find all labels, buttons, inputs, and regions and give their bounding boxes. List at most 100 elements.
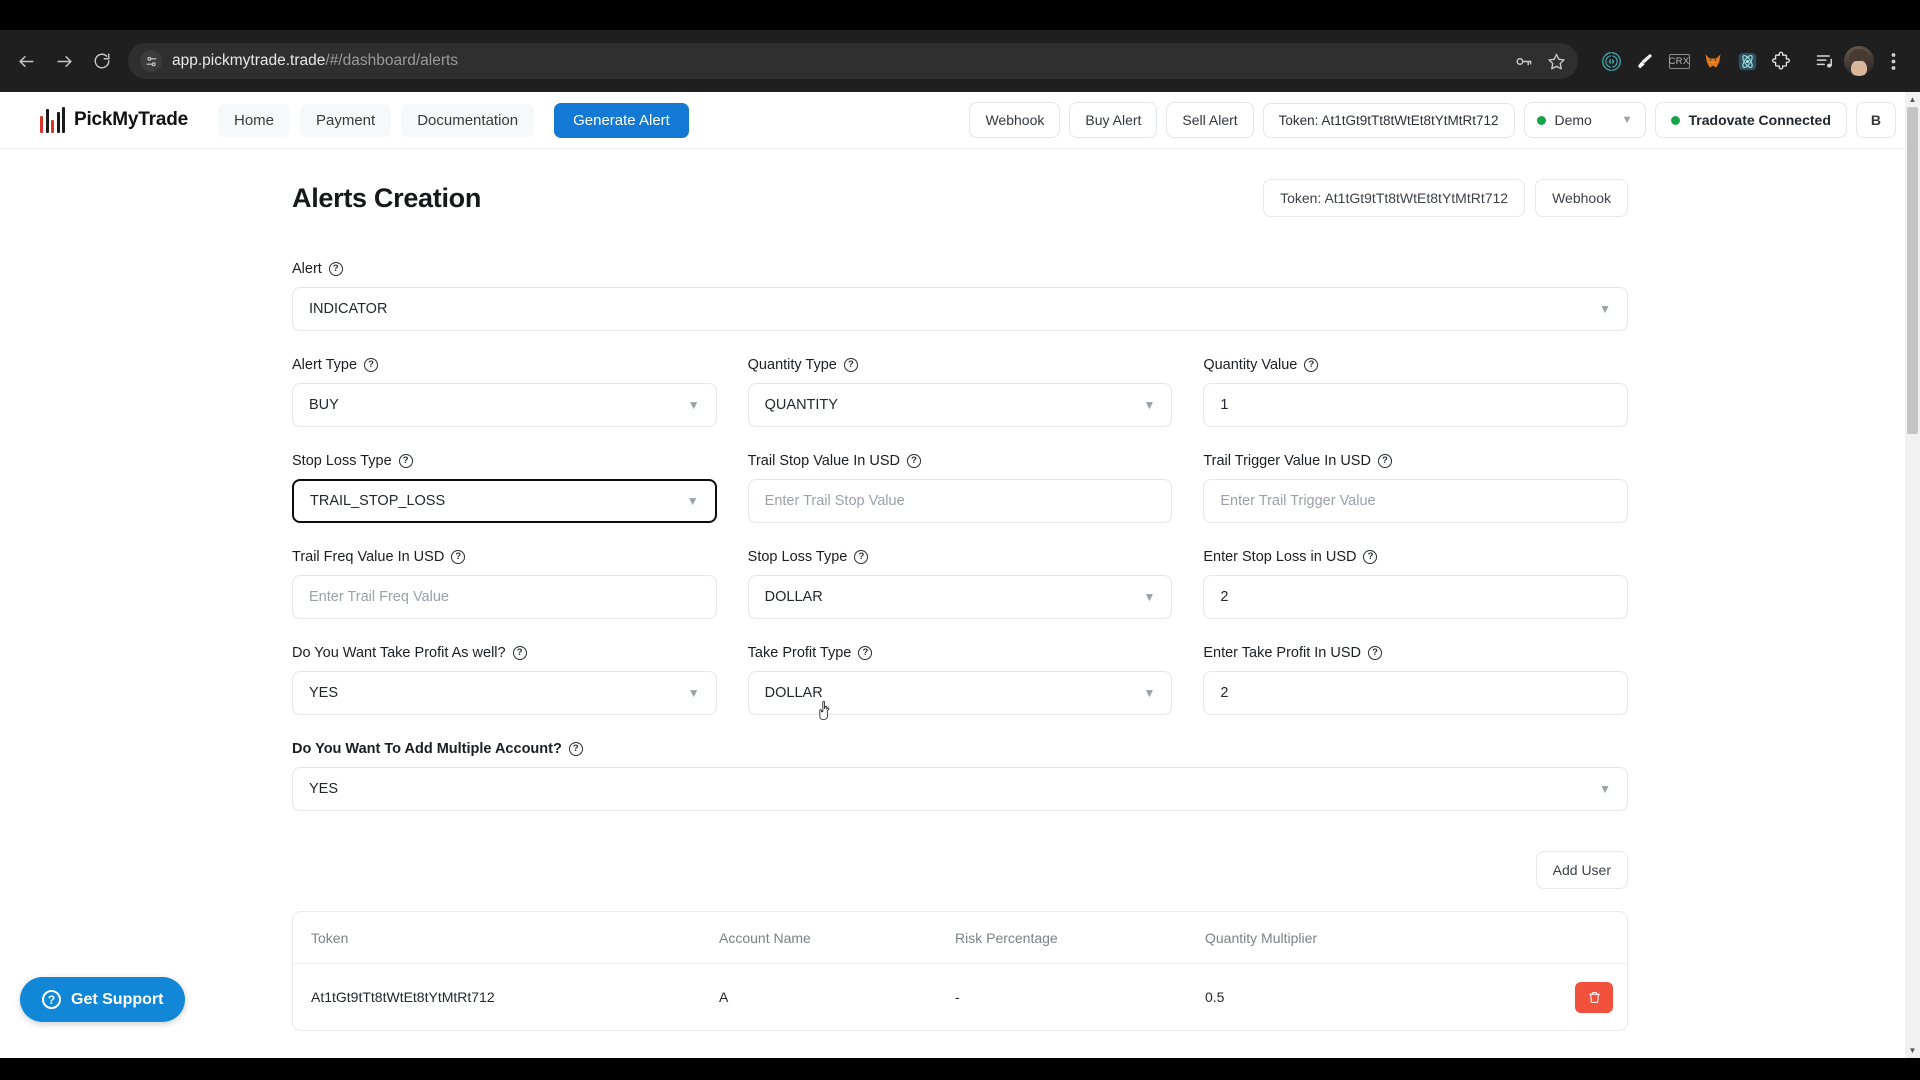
back-arrow-icon[interactable] xyxy=(8,43,44,79)
select-take-profit-as-well[interactable]: YES ▼ xyxy=(292,671,717,715)
help-icon[interactable]: ? xyxy=(451,550,466,564)
form-row-type: Alert Type ? BUY ▼ Quantity Type ? QUANT… xyxy=(292,357,1628,427)
scrollbar-thumb[interactable] xyxy=(1907,107,1918,434)
sell-alert-button[interactable]: Sell Alert xyxy=(1166,102,1254,138)
select-stop-loss-type-2[interactable]: DOLLAR ▼ xyxy=(747,575,1173,619)
atomic-wallet-extension-icon[interactable] xyxy=(1730,44,1764,78)
nav-home[interactable]: Home xyxy=(217,103,290,137)
select-multiple-account[interactable]: YES ▼ xyxy=(292,767,1628,811)
brand-logo[interactable]: PickMyTrade xyxy=(40,107,188,133)
column-header-quantity-multiplier: Quantity Multiplier xyxy=(1205,929,1318,946)
help-icon[interactable]: ? xyxy=(858,646,873,660)
input-trail-trigger-value-placeholder: Enter Trail Trigger Value xyxy=(1220,493,1376,509)
input-take-profit-usd[interactable]: 2 xyxy=(1203,671,1628,715)
select-alert-value: INDICATOR xyxy=(309,301,388,317)
help-icon[interactable]: ? xyxy=(398,454,413,468)
help-icon[interactable]: ? xyxy=(1368,646,1383,660)
label-multiple-account: Do You Want To Add Multiple Account? ? xyxy=(292,741,1628,757)
input-trail-freq-value[interactable]: Enter Trail Freq Value xyxy=(292,575,717,619)
cell-account-name: A xyxy=(719,989,729,1005)
select-alert-type-value: BUY xyxy=(309,397,339,413)
scroll-down-arrow-icon[interactable]: ▼ xyxy=(1905,1043,1920,1058)
field-multiple-account: Do You Want To Add Multiple Account? ? Y… xyxy=(292,741,1628,811)
add-user-button[interactable]: Add User xyxy=(1535,851,1628,889)
label-take-profit-type: Take Profit Type ? xyxy=(748,645,1173,661)
user-initial-button[interactable]: B xyxy=(1855,102,1896,138)
page-scrollbar[interactable]: ▲ ▼ xyxy=(1905,92,1920,1058)
page-webhook-button[interactable]: Webhook xyxy=(1535,179,1628,217)
question-circle-icon: ? xyxy=(42,990,61,1009)
help-icon[interactable]: ? xyxy=(854,550,869,564)
input-trail-trigger-value[interactable]: Enter Trail Trigger Value xyxy=(1203,479,1628,523)
buy-alert-button[interactable]: Buy Alert xyxy=(1069,102,1158,138)
nav-payment[interactable]: Payment xyxy=(300,103,392,137)
crx-extension-icon[interactable]: CRX xyxy=(1662,44,1696,78)
field-alert-type: Alert Type ? BUY ▼ xyxy=(292,357,717,427)
reading-list-icon[interactable] xyxy=(1808,44,1842,78)
help-icon[interactable]: ? xyxy=(1377,454,1392,468)
field-stop-loss-type-2: Stop Loss Type ? DOLLAR ▼ xyxy=(747,549,1173,619)
site-settings-icon[interactable] xyxy=(140,50,162,72)
select-alert-type[interactable]: BUY ▼ xyxy=(292,383,717,427)
crx-label: CRX xyxy=(1668,53,1690,69)
metamask-fox-extension-icon[interactable] xyxy=(1696,44,1730,78)
input-trail-stop-value[interactable]: Enter Trail Stop Value xyxy=(747,479,1173,523)
connection-dot-icon xyxy=(1670,115,1680,125)
label-trail-freq-value: Trail Freq Value In USD ? xyxy=(292,549,717,565)
field-stop-loss-usd: Enter Stop Loss in USD ? 2 xyxy=(1203,549,1628,619)
browser-tab-strip xyxy=(0,0,1920,30)
profile-avatar[interactable] xyxy=(1842,44,1876,78)
header-token-display[interactable]: Token: At1tGt9tTt8tWtEt8tYtMtRt712 xyxy=(1262,102,1515,138)
label-trail-trigger-value: Trail Trigger Value In USD ? xyxy=(1203,453,1628,469)
field-quantity-type: Quantity Type ? QUANTITY ▼ xyxy=(747,357,1173,427)
select-quantity-type-value: QUANTITY xyxy=(764,397,838,413)
scroll-up-arrow-icon[interactable]: ▲ xyxy=(1905,92,1920,107)
help-icon[interactable]: ? xyxy=(1304,358,1319,372)
tor-browser-extension-icon[interactable] xyxy=(1594,44,1628,78)
label-trail-stop-value-text: Trail Stop Value In USD xyxy=(747,453,900,469)
delete-row-button[interactable] xyxy=(1575,981,1613,1013)
select-take-profit-as-well-value: YES xyxy=(309,685,339,701)
help-icon[interactable]: ? xyxy=(1363,550,1378,564)
select-take-profit-type[interactable]: DOLLAR ▼ xyxy=(747,671,1173,715)
chevron-down-icon: ▼ xyxy=(1143,686,1156,700)
extensions-puzzle-icon[interactable] xyxy=(1764,44,1798,78)
help-icon[interactable]: ? xyxy=(328,262,343,276)
account-mode-select[interactable]: Demo ▼ xyxy=(1523,102,1646,138)
input-trail-stop-value-placeholder: Enter Trail Stop Value xyxy=(764,493,905,509)
generate-alert-button[interactable]: Generate Alert xyxy=(554,102,689,138)
help-icon[interactable]: ? xyxy=(568,742,583,756)
main-content: Alerts Creation Token: At1tGt9tTt8tWtEt8… xyxy=(0,149,1920,1031)
help-icon[interactable]: ? xyxy=(843,358,858,372)
help-icon[interactable]: ? xyxy=(906,454,921,468)
address-bar[interactable]: app.pickmytrade.trade/#/dashboard/alerts xyxy=(128,43,1578,79)
get-support-button[interactable]: ? Get Support xyxy=(20,977,186,1022)
table-row: At1tGt9tTt8tWtEt8tYtMtRt712 A - 0.5 xyxy=(293,964,1627,1030)
label-stop-loss-type: Stop Loss Type ? xyxy=(292,453,717,469)
select-stop-loss-type[interactable]: TRAIL_STOP_LOSS ▼ xyxy=(292,479,717,523)
reload-icon[interactable] xyxy=(84,43,120,79)
help-icon[interactable]: ? xyxy=(512,646,527,660)
header-webhook-button[interactable]: Webhook xyxy=(969,102,1061,138)
form-row-alert: Alert ? INDICATOR ▼ xyxy=(292,261,1628,331)
label-alert-text: Alert xyxy=(292,261,322,277)
label-stop-loss-usd: Enter Stop Loss in USD ? xyxy=(1203,549,1628,565)
field-trail-freq-value: Trail Freq Value In USD ? Enter Trail Fr… xyxy=(292,549,717,619)
page-token-button[interactable]: Token: At1tGt9tTt8tWtEt8tYtMtRt712 xyxy=(1263,179,1526,217)
nav-documentation[interactable]: Documentation xyxy=(401,103,535,137)
input-stop-loss-usd[interactable]: 2 xyxy=(1203,575,1628,619)
select-quantity-type[interactable]: QUANTITY ▼ xyxy=(747,383,1173,427)
broom-cleaner-extension-icon[interactable] xyxy=(1628,44,1662,78)
label-take-profit-as-well-text: Do You Want Take Profit As well? xyxy=(292,645,506,661)
input-quantity-value[interactable]: 1 xyxy=(1203,383,1628,427)
help-icon[interactable]: ? xyxy=(364,358,379,372)
brand-name: PickMyTrade xyxy=(74,109,188,130)
select-alert[interactable]: INDICATOR ▼ xyxy=(292,287,1628,331)
kebab-menu-icon[interactable] xyxy=(1876,44,1910,78)
cell-actions xyxy=(1477,981,1627,1013)
bookmark-star-icon[interactable] xyxy=(1547,52,1566,71)
forward-arrow-icon[interactable] xyxy=(46,43,82,79)
label-stop-loss-type-text: Stop Loss Type xyxy=(292,453,392,469)
label-stop-loss-usd-text: Enter Stop Loss in USD xyxy=(1203,549,1357,565)
password-key-icon[interactable] xyxy=(1514,52,1533,71)
